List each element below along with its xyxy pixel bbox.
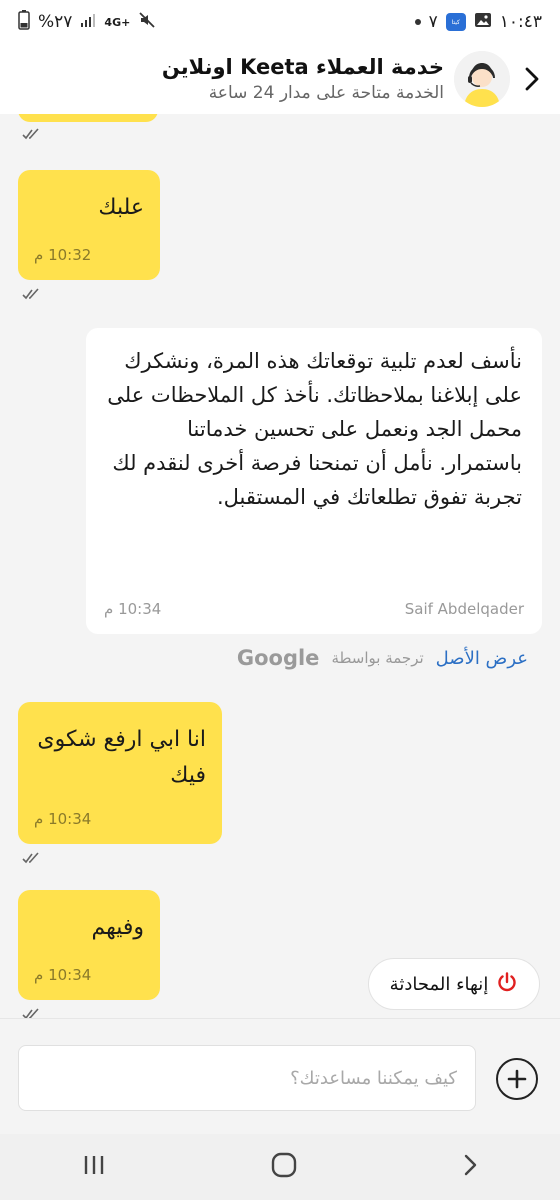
- battery-level: %٢٧: [38, 12, 73, 32]
- recent-apps-button[interactable]: [82, 1154, 106, 1180]
- back-chevron-icon[interactable]: [518, 59, 546, 99]
- agent-message[interactable]: نأسف لعدم تلبية توقعاتك هذه المرة، ونشكر…: [86, 328, 542, 634]
- chat-subtitle: الخدمة متاحة على مدار 24 ساعة: [208, 83, 444, 103]
- message-input[interactable]: [18, 1045, 476, 1111]
- user-message[interactable]: انا ابي ارفع شكوى فيك 10:34 م: [18, 702, 222, 844]
- power-icon: [496, 971, 518, 997]
- home-button[interactable]: [271, 1152, 297, 1182]
- clock: ١٠:٤٣: [499, 12, 542, 32]
- status-bar: %٢٧ 4G+ ٧ كيتا ١٠:٤٣: [0, 0, 560, 44]
- network-type: 4G+: [104, 15, 131, 29]
- translated-by-label: ترجمة بواسطة: [331, 649, 424, 667]
- agent-message-footer: 10:34 م Saif Abdelqader: [104, 600, 524, 618]
- end-chat-label: إنهاء المحادثة: [389, 973, 489, 995]
- composer-bar: [0, 1018, 560, 1134]
- user-message[interactable]: وفيهم 10:34 م: [18, 890, 160, 1000]
- mute-icon: [138, 11, 156, 34]
- read-receipt-icon: [22, 1008, 39, 1018]
- google-logo: Google: [236, 646, 320, 670]
- message-text: علبك: [98, 195, 144, 220]
- message-bubble-partial: [18, 114, 158, 122]
- system-nav-bar: [0, 1134, 560, 1200]
- message-text: نأسف لعدم تلبية توقعاتك هذه المرة، ونشكر…: [107, 349, 522, 509]
- message-time: 10:34 م: [34, 810, 92, 828]
- signal-icon: [80, 12, 96, 33]
- notification-count: ٧: [428, 12, 438, 32]
- read-receipt-icon: [22, 852, 39, 864]
- end-chat-button[interactable]: إنهاء المحادثة: [368, 958, 540, 1010]
- plus-icon: [507, 1069, 527, 1089]
- user-message[interactable]: علبك 10:32 م: [18, 170, 160, 280]
- message-time: 10:32 م: [34, 246, 92, 264]
- header-text: خدمة العملاء Keeta اونلاين الخدمة متاحة …: [14, 53, 444, 105]
- status-right: ٧ كيتا ١٠:٤٣: [414, 11, 542, 34]
- notification-dot-icon: [414, 19, 421, 25]
- support-agent-avatar: [454, 51, 510, 107]
- status-left: %٢٧ 4G+: [18, 10, 156, 34]
- translation-row: عرض الأصل ترجمة بواسطة Google: [237, 646, 528, 670]
- message-time: 10:34 م: [104, 600, 162, 618]
- back-button[interactable]: [462, 1153, 478, 1181]
- add-attachment-button[interactable]: [496, 1058, 538, 1100]
- keeta-app-icon: كيتا: [445, 13, 466, 31]
- message-time: 10:34 م: [34, 966, 92, 984]
- battery-icon: [18, 10, 30, 34]
- chat-messages[interactable]: علبك 10:32 م نأسف لعدم تلبية توقعاتك هذه…: [0, 114, 560, 1018]
- agent-name: Saif Abdelqader: [404, 600, 524, 618]
- chat-title: خدمة العملاء Keeta اونلاين: [161, 55, 444, 79]
- message-text: انا ابي ارفع شكوى فيك: [37, 727, 206, 788]
- read-receipt-icon: [22, 288, 39, 300]
- chat-header: خدمة العملاء Keeta اونلاين الخدمة متاحة …: [0, 44, 560, 114]
- gallery-icon: [474, 11, 492, 34]
- show-original-link[interactable]: عرض الأصل: [436, 648, 528, 669]
- message-text: وفيهم: [91, 915, 144, 940]
- read-receipt-icon: [22, 128, 39, 140]
